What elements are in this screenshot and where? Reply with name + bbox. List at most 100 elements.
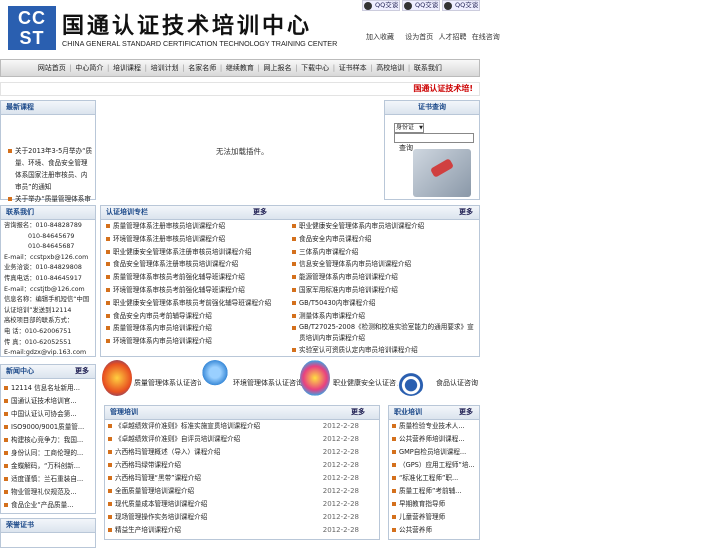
list-item[interactable]: 公共营养师培训课程... (389, 433, 479, 446)
item-date: 2012-2-28 (322, 526, 359, 534)
nav-register[interactable]: 网上报名 (261, 63, 293, 73)
chevron-down-icon: ▼ (419, 125, 423, 131)
online-consult-link[interactable]: 在线咨询 (472, 33, 500, 41)
list-item[interactable]: 构建核心竞争力：我国... (1, 434, 95, 447)
item-date: 2012-2-28 (322, 448, 359, 456)
list-item[interactable]: 国家军用标准内审员培训课程介绍 (289, 284, 479, 297)
course-list-2: 职业健康安全管理体系内审员培训课程介绍 食品安全内审员课程介绍 三体系内审课程介绍信… (289, 220, 479, 357)
more-link[interactable]: 更多 (459, 406, 473, 419)
list-item[interactable]: 职业健康安全管理体系注册审核员培训课程介绍 (103, 246, 289, 259)
list-item[interactable]: 质量管理体系注册审核员培训课程介绍 (103, 220, 289, 233)
job-training-panel: 职业培训 更多 质量检验专业技术人... 公共营养师培训课程... GMP自检员培训课… (388, 405, 480, 540)
list-item[interactable]: 早期教育指导师 (389, 498, 479, 511)
list-item[interactable]: 环境管理体系内审员培训课程介绍 (103, 335, 289, 348)
list-item[interactable]: “标准化工程师”职... (389, 472, 479, 485)
main-nav: 网站首页 | 中心简介 | 培训课程 | 培训计划 | 名家名师 | 继续教育 | 网上报名… (0, 59, 480, 77)
cert-query-panel: 证书查询 身份证 ▼ 查询 (384, 100, 480, 200)
food-cert-icon[interactable] (396, 360, 426, 396)
list-item[interactable]: 儿童营养管理师 (389, 511, 479, 524)
nav-plan[interactable]: 培训计划 (149, 63, 181, 73)
add-favorite-link[interactable]: 加入收藏 (366, 33, 394, 41)
nav-download[interactable]: 下载中心 (299, 63, 331, 73)
list-item[interactable]: ISO9000/9001质量管... (1, 421, 95, 434)
list-item[interactable]: 能源管理体系内审员培训课程介绍 (289, 271, 479, 284)
panel-title: 荣誉证书 (1, 519, 95, 533)
list-item[interactable]: 适度谨慎：兰石重装自... (1, 473, 95, 486)
panel-title: 职业培训 更多 (389, 406, 479, 420)
nav-university[interactable]: 高校培训 (374, 63, 406, 73)
nav-teachers[interactable]: 名家名师 (186, 63, 218, 73)
set-homepage-link[interactable]: 设为首页 (405, 33, 433, 41)
more-link[interactable]: 更多 (253, 206, 267, 219)
list-item[interactable]: 职业健康安全管理体系内审员培训课程介绍 (289, 220, 479, 233)
qq-chat-button-1[interactable]: QQ交谈 (362, 0, 400, 11)
top-links: 加入收藏 设为首页 人才招聘 在线咨询 (366, 32, 500, 42)
list-item[interactable]: 中国认证认可协会第... (1, 408, 95, 421)
qq-chat-button-2[interactable]: QQ交谈 (402, 0, 440, 11)
quality-cert-link[interactable]: 质量管理体系认证咨询 (134, 378, 204, 388)
qq-chat-button-3[interactable]: QQ交谈 (442, 0, 480, 11)
list-item[interactable]: 质量管理体系内审员培训课程介绍 (103, 322, 289, 335)
cert-number-input[interactable] (394, 133, 474, 143)
list-item[interactable]: 食品安全内审员课程介绍 (289, 233, 479, 246)
list-item[interactable]: 金蝶解码，“万科创新... (1, 460, 95, 473)
nav-about[interactable]: 中心简介 (73, 63, 105, 73)
nav-contact[interactable]: 联系我们 (412, 63, 444, 73)
list-item[interactable]: 公共营养师 (389, 524, 479, 537)
list-item[interactable]: 质量工程师”考前辅... (389, 485, 479, 498)
environment-cert-link[interactable]: 环境管理体系认证咨询 (233, 378, 303, 388)
list-item[interactable]: 质量管理体系审核员考前强化辅导班课程介绍 (103, 271, 289, 284)
plugin-error-text: 无法加载插件。 (216, 147, 269, 156)
environment-cert-icon[interactable] (200, 360, 230, 396)
list-item[interactable]: 物业管理礼仪规范及... (1, 486, 95, 499)
nav-courses[interactable]: 培训课程 (111, 63, 143, 73)
list-item[interactable]: 国通认证技术培训官... (1, 395, 95, 408)
list-item[interactable]: 三体系内审课程介绍 (289, 246, 479, 259)
more-link[interactable]: 更多 (351, 406, 365, 419)
list-item[interactable]: 12114 信息名址新用... (1, 382, 95, 395)
course-list-1: 质量管理体系注册审核员培训课程介绍 环境管理体系注册审核员培训课程介绍 职业健康安全… (103, 220, 289, 348)
list-item[interactable]: 食品安全内审员考前辅导课程介绍 (103, 310, 289, 323)
nav-cert-sample[interactable]: 证书样本 (337, 63, 369, 73)
latest-courses-panel: 最新课程 关于2013年3-5月举办“质量、环境、食品安全管理体系国家注册审核员… (0, 100, 96, 227)
list-item[interactable]: 职业健康安全管理体系审核员考前强化辅导班课程介绍 (103, 297, 289, 310)
contact-panel: 联系我们 咨询报名：010-84828789 010-84645679 010-… (0, 205, 96, 357)
quality-cert-icon[interactable] (102, 360, 132, 396)
list-item[interactable]: 信息安全管理体系内审员培训课程介绍 (289, 258, 479, 271)
news-panel: 新闻中心 更多 12114 信息名址新用... 国通认证技术培训官... 中国认证认可… (0, 364, 96, 514)
list-item[interactable]: 测量体系内审课程介绍 (289, 310, 479, 323)
scrolling-notice[interactable]: 国通认证技术培! (0, 82, 480, 96)
logo-emblem: CC ST (8, 6, 56, 50)
list-item[interactable]: 食品安全管理体系注册审核员培训课程介绍 (103, 258, 289, 271)
recruit-link[interactable]: 人才招聘 (438, 33, 466, 41)
contact-line: 电 话：010-62006751 (4, 327, 72, 335)
list-item[interactable]: GB/T50430内审课程介绍 (289, 297, 479, 310)
more-link[interactable]: 更多 (459, 206, 473, 219)
cert-training-panel: 认证培训专栏 更多 更多 质量管理体系注册审核员培训课程介绍 环境管理体系注册审核员培… (100, 205, 480, 357)
list-item[interactable]: GB/T27025-2008《检测和校准实验室能力的通用要求》宣贯培训内审员课程… (289, 322, 479, 344)
list-item[interactable]: GMP自检员培训课程... (389, 446, 479, 459)
list-item[interactable]: （GPS）应用工程师”培... (389, 459, 479, 472)
query-button[interactable]: 查询 (399, 143, 413, 153)
list-item[interactable]: 食品企业“产品质量... (1, 499, 95, 512)
list-item[interactable]: 环境管理体系审核员考前强化辅导班课程介绍 (103, 284, 289, 297)
panel-title: 联系我们 (1, 206, 95, 220)
list-item[interactable]: 质量检验专业技术人... (389, 420, 479, 433)
ohs-cert-link[interactable]: 职业健康安全认证咨询 (333, 378, 403, 388)
list-item[interactable]: 关于2013年3-5月举办“质量、环境、食品安全管理体系国家注册审核员、内审员”… (5, 145, 93, 193)
list-item[interactable]: 实验室认可资质认定内审员培训课程介绍 (289, 344, 479, 357)
list-item[interactable]: 身份认同：工商伦理的... (1, 447, 95, 460)
job-list: 质量检验专业技术人... 公共营养师培训课程... GMP自检员培训课程... （GP… (389, 420, 479, 537)
nav-home[interactable]: 网站首页 (36, 63, 68, 73)
id-type-select[interactable]: 身份证 ▼ (394, 123, 424, 133)
more-link[interactable]: 更多 (75, 365, 89, 378)
contact-line: 传 真：010-62052551 (4, 338, 72, 346)
panel-title: 认证培训专栏 更多 更多 (101, 206, 479, 220)
list-item[interactable]: 环境管理体系注册审核员培训课程介绍 (103, 233, 289, 246)
nav-continuing[interactable]: 继续教育 (224, 63, 256, 73)
site-logo[interactable]: CC ST 国通认证技术培训中心 CHINA GENERAL STANDARD C… (8, 6, 337, 52)
news-list: 12114 信息名址新用... 国通认证技术培训官... 中国认证认可协会第... I… (1, 379, 95, 512)
food-cert-link[interactable]: 食品认证咨询 (436, 378, 478, 388)
ohs-cert-icon[interactable] (300, 360, 330, 396)
item-date: 2012-2-28 (322, 474, 359, 482)
